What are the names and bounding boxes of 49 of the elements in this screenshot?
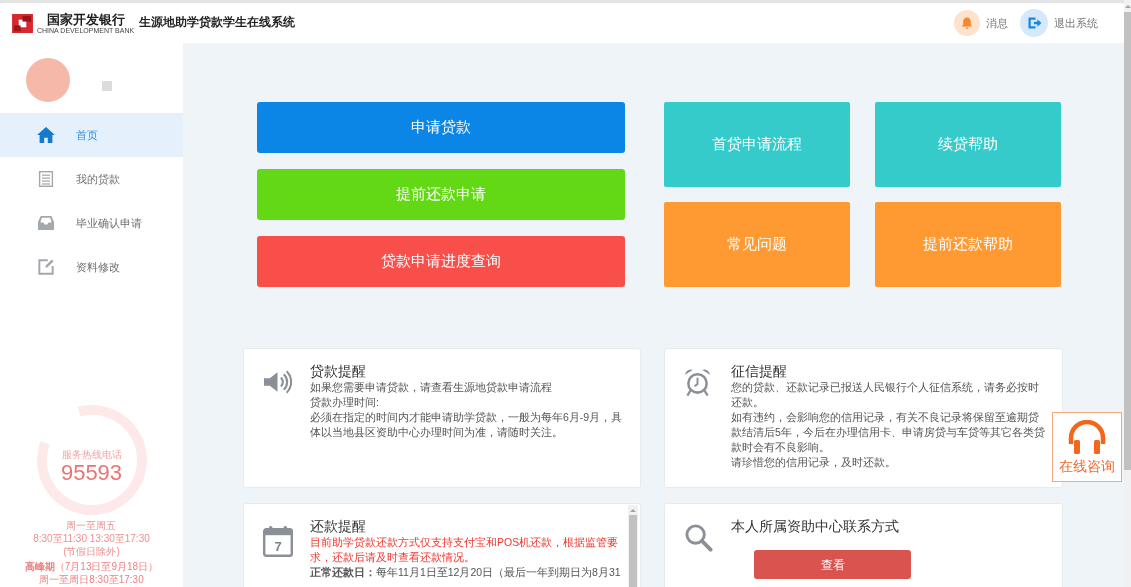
view-button[interactable]: 查看 bbox=[754, 550, 911, 579]
notice-title: 征信提醒 bbox=[731, 362, 788, 380]
alarm-clock-icon bbox=[684, 368, 711, 397]
notice-title: 还款提醒 bbox=[310, 517, 367, 535]
headphones-icon bbox=[1067, 419, 1107, 456]
notice-text: 必须在指定的时间内才能申请助学贷款，一般为每年6月-9月，具体以当地县区资助中心办理时间为准，请随时关注。 bbox=[310, 410, 624, 440]
speaker-icon bbox=[263, 370, 292, 394]
help-tile-button[interactable]: 续贷帮助 bbox=[875, 102, 1061, 187]
peak-hours: 高峰期（7月13日至9月18日） bbox=[24, 560, 159, 573]
hotline-hours: (节假日除外) bbox=[63, 545, 120, 558]
notice-text: 请珍惜您的信用记录，及时还款。 bbox=[731, 455, 897, 470]
inbox-icon bbox=[38, 215, 54, 231]
sidebar-item[interactable]: 首页 bbox=[0, 113, 183, 157]
system-title: 生源地助学贷款学生在线系统 bbox=[139, 14, 296, 31]
notice-text: 如有违约，会影响您的信用记录，有关不良记录将保留至逾期贷款结清后5年，今后在办理信用卡、申请房贷与车贷等其它各类贷款时会有不良影响。 bbox=[731, 410, 1046, 455]
logout-icon bbox=[1020, 9, 1048, 37]
search-icon bbox=[684, 523, 713, 552]
notice-text: 贷款办理时间: bbox=[310, 395, 380, 410]
quick-action-button[interactable]: 申请贷款 bbox=[257, 102, 625, 153]
quick-action-button[interactable]: 贷款申请进度查询 bbox=[257, 236, 625, 287]
notice-title: 贷款提醒 bbox=[310, 362, 367, 380]
notice-text: 目前助学贷款还款方式仅支持支付宝和POS机还款，根据监管要求，还款后请及时查看还款情况。 bbox=[310, 535, 620, 565]
bank-name: 国家开发银行 bbox=[46, 11, 125, 27]
hotline-hours: 8:30至11:30 13:30至17:30 bbox=[33, 532, 150, 545]
card-scrollbar[interactable] bbox=[628, 505, 638, 587]
notice-text: 如果您需要申请贷款，请查看生源地贷款申请流程 bbox=[310, 380, 553, 395]
bank-logo-icon bbox=[12, 13, 33, 33]
quick-action-button[interactable]: 提前还款申请 bbox=[257, 169, 625, 220]
avatar-placeholder bbox=[26, 58, 70, 102]
help-tile-button[interactable]: 常见问题 bbox=[664, 202, 850, 287]
edit-icon bbox=[38, 259, 54, 275]
notice-text: 正常还款日：每年11月1日至12月20日（最后一年到期日为8月31 bbox=[310, 565, 622, 580]
home-icon bbox=[37, 127, 55, 143]
help-tile-button[interactable]: 提前还款帮助 bbox=[875, 202, 1061, 287]
calendar-icon: 7 bbox=[263, 525, 293, 557]
list-icon bbox=[38, 171, 54, 187]
hotline-hours: 周一至周五 bbox=[66, 519, 117, 532]
page-scrollbar[interactable] bbox=[1124, 0, 1131, 587]
hotline-number: 95593 bbox=[60, 461, 123, 485]
redacted-name-block bbox=[102, 81, 112, 91]
header-action-button[interactable]: 退出系统 bbox=[1020, 9, 1098, 37]
peak-hours: 周一至周日8:30至17:30 bbox=[39, 573, 144, 586]
notice-title: 本人所属资助中心联系方式 bbox=[731, 517, 900, 535]
bell-icon bbox=[954, 10, 980, 36]
hotline-title: 服务热线电话 bbox=[61, 449, 122, 461]
help-tile-button[interactable]: 首贷申请流程 bbox=[664, 102, 850, 187]
notice-text: 您的贷款、还款记录已报送人民银行个人征信系统，请务必按时还款。 bbox=[731, 380, 1040, 410]
online-consult-button[interactable]: 在线咨询 bbox=[1052, 412, 1122, 482]
header-action-button[interactable]: 消息 bbox=[954, 10, 1008, 36]
